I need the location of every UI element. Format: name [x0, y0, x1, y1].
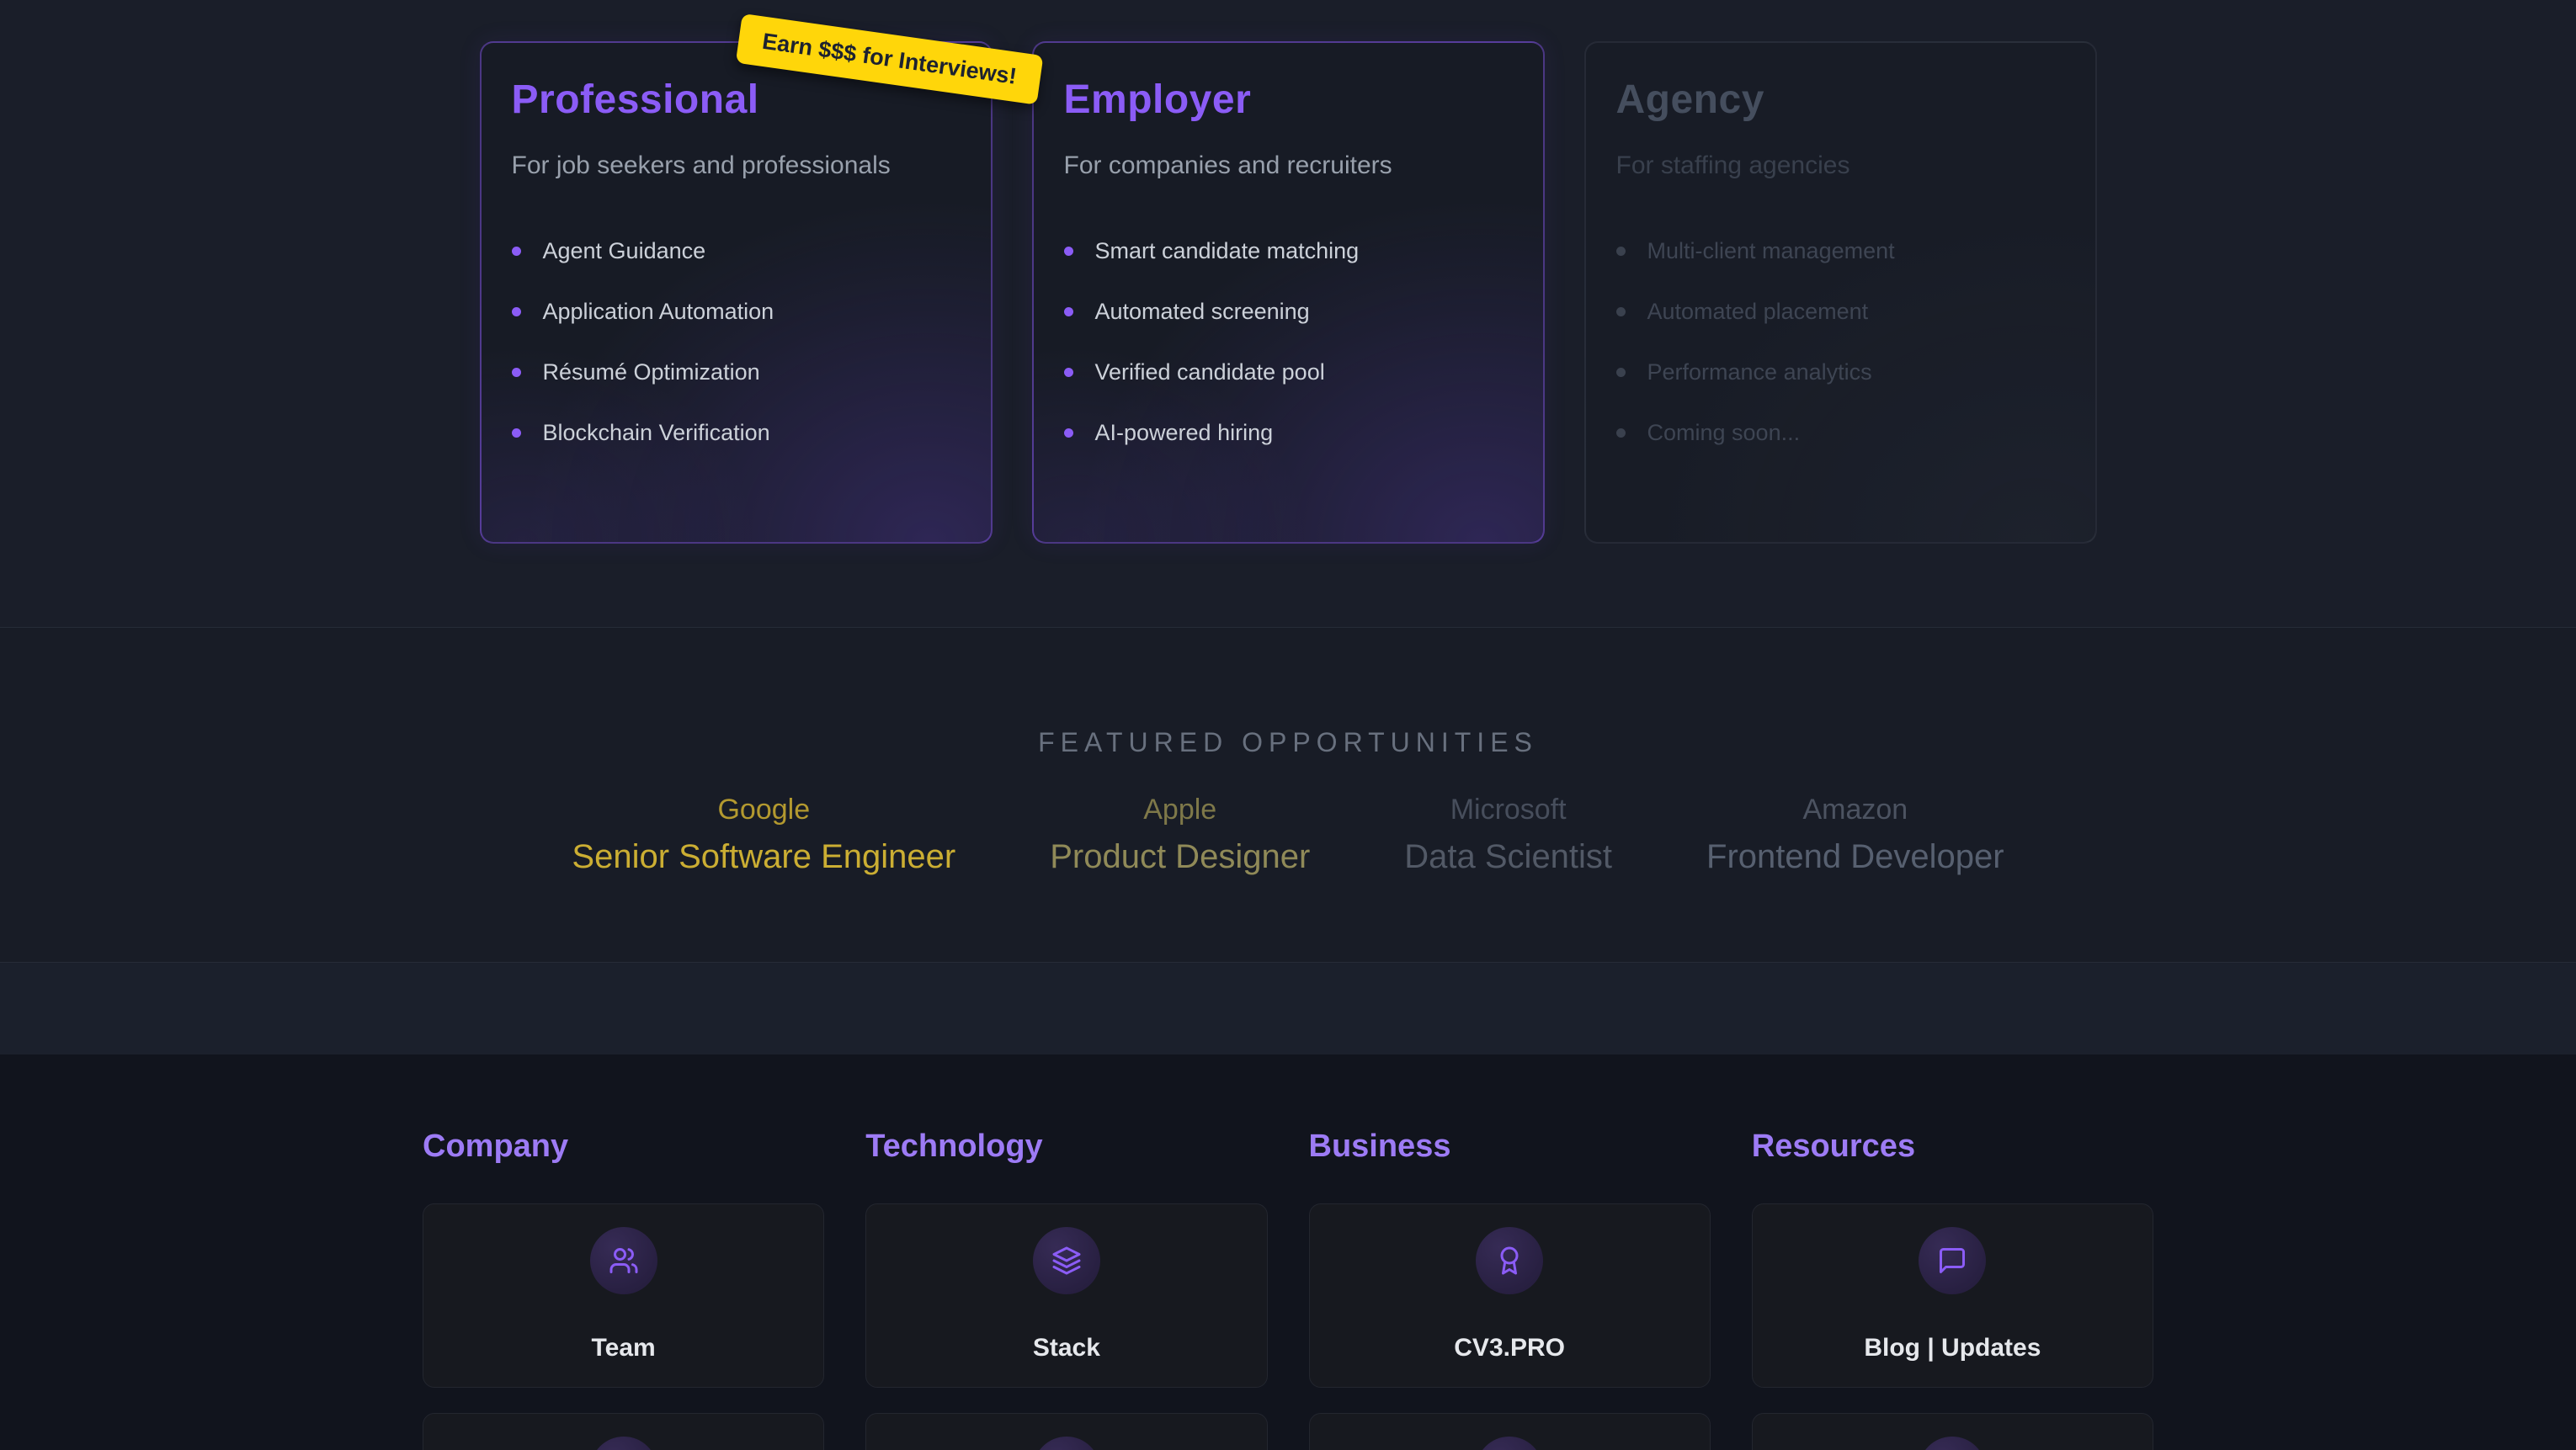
feature-label: Agent Guidance	[543, 238, 706, 264]
footer-column-company: Company Team	[423, 1129, 824, 1450]
plan-feature-list: Smart candidate matching Automated scree…	[1064, 220, 1513, 463]
feature-item: Blockchain Verification	[512, 402, 961, 463]
feature-label: Multi-client management	[1647, 238, 1895, 264]
hidden-icon	[1033, 1437, 1100, 1450]
footer-column-resources: Resources Blog | Updates	[1752, 1129, 2153, 1450]
plan-title: Employer	[1064, 77, 1513, 123]
feature-label: Automated placement	[1647, 299, 1869, 325]
bullet-dot	[1616, 247, 1626, 256]
footer-column-technology: Technology Stack	[865, 1129, 1267, 1450]
footer-card-partial[interactable]	[1752, 1413, 2153, 1450]
job-company: Google	[572, 794, 955, 826]
plans-section: Earn $$$ for Interviews! Professional Fo…	[0, 0, 2576, 627]
bullet-dot	[512, 247, 521, 256]
job-role: Data Scientist	[1404, 838, 1612, 876]
feature-label: Performance analytics	[1647, 359, 1872, 385]
footer-card-cv3pro[interactable]: CV3.PRO	[1309, 1203, 1711, 1388]
bullet-dot	[1064, 368, 1073, 377]
footer-column-heading: Business	[1309, 1129, 1711, 1165]
bullet-dot	[512, 307, 521, 316]
featured-job-google[interactable]: Google Senior Software Engineer	[572, 794, 955, 876]
plan-title: Agency	[1616, 77, 2065, 123]
hidden-icon	[590, 1437, 657, 1450]
feature-label: Blockchain Verification	[543, 420, 770, 446]
job-company: Microsoft	[1404, 794, 1612, 826]
feature-item: Application Automation	[512, 281, 961, 342]
feature-item: AI-powered hiring	[1064, 402, 1513, 463]
plan-feature-list: Multi-client management Automated placem…	[1616, 220, 2065, 463]
bullet-dot	[512, 428, 521, 438]
footer-card-label: Stack	[1033, 1334, 1100, 1362]
featured-jobs-row: Google Senior Software Engineer Apple Pr…	[0, 794, 2576, 876]
feature-item: Multi-client management	[1616, 220, 2065, 281]
bullet-dot	[1616, 368, 1626, 377]
bullet-dot	[1616, 428, 1626, 438]
footer-card-label: Blog | Updates	[1864, 1334, 2041, 1362]
featured-job-amazon[interactable]: Amazon Frontend Developer	[1706, 794, 2004, 876]
plan-cards-row: Professional For job seekers and profess…	[0, 0, 2576, 544]
bullet-dot	[1616, 307, 1626, 316]
footer-card-label: CV3.PRO	[1454, 1334, 1565, 1362]
footer-card-stack[interactable]: Stack	[865, 1203, 1267, 1388]
job-company: Apple	[1050, 794, 1310, 826]
footer-column-heading: Technology	[865, 1129, 1267, 1165]
footer-card-label: Team	[592, 1334, 656, 1362]
feature-item: Automated placement	[1616, 281, 2065, 342]
message-square-icon	[1919, 1227, 1986, 1294]
footer-card-partial[interactable]	[423, 1413, 824, 1450]
users-icon	[590, 1227, 657, 1294]
bullet-dot	[1064, 307, 1073, 316]
plan-tagline: For job seekers and professionals	[512, 151, 961, 180]
spacer-band	[0, 962, 2576, 1054]
featured-job-microsoft[interactable]: Microsoft Data Scientist	[1404, 794, 1612, 876]
plan-card-employer[interactable]: Employer For companies and recruiters Sm…	[1032, 41, 1545, 544]
feature-label: AI-powered hiring	[1095, 420, 1274, 446]
plan-card-professional[interactable]: Professional For job seekers and profess…	[480, 41, 993, 544]
feature-label: Coming soon...	[1647, 420, 1801, 446]
footer-card-blog[interactable]: Blog | Updates	[1752, 1203, 2153, 1388]
feature-label: Application Automation	[543, 299, 774, 325]
featured-opportunities-section: FEATURED OPPORTUNITIES Google Senior Sof…	[0, 627, 2576, 962]
footer-grid: Company Team Technology Stack	[423, 1129, 2153, 1450]
job-role: Senior Software Engineer	[572, 838, 955, 876]
footer-column-heading: Resources	[1752, 1129, 2153, 1165]
footer-column-business: Business CV3.PRO	[1309, 1129, 1711, 1450]
bullet-dot	[1064, 247, 1073, 256]
feature-label: Verified candidate pool	[1095, 359, 1325, 385]
feature-item: Coming soon...	[1616, 402, 2065, 463]
feature-label: Smart candidate matching	[1095, 238, 1360, 264]
plan-tagline: For companies and recruiters	[1064, 151, 1513, 180]
job-company: Amazon	[1706, 794, 2004, 826]
feature-item: Performance analytics	[1616, 342, 2065, 402]
bullet-dot	[512, 368, 521, 377]
plan-card-agency: Agency For staffing agencies Multi-clien…	[1584, 41, 2097, 544]
feature-item: Automated screening	[1064, 281, 1513, 342]
feature-item: Résumé Optimization	[512, 342, 961, 402]
featured-job-apple[interactable]: Apple Product Designer	[1050, 794, 1310, 876]
feature-label: Résumé Optimization	[543, 359, 760, 385]
hidden-icon	[1919, 1437, 1986, 1450]
feature-label: Automated screening	[1095, 299, 1310, 325]
footer-section: Company Team Technology Stack	[0, 1054, 2576, 1450]
bullet-dot	[1064, 428, 1073, 438]
plan-feature-list: Agent Guidance Application Automation Ré…	[512, 220, 961, 463]
plan-tagline: For staffing agencies	[1616, 151, 2065, 180]
job-role: Frontend Developer	[1706, 838, 2004, 876]
layers-icon	[1033, 1227, 1100, 1294]
job-role: Product Designer	[1050, 838, 1310, 876]
footer-card-partial[interactable]	[1309, 1413, 1711, 1450]
hidden-icon	[1476, 1437, 1543, 1450]
footer-card-team[interactable]: Team	[423, 1203, 824, 1388]
award-icon	[1476, 1227, 1543, 1294]
footer-card-partial[interactable]	[865, 1413, 1267, 1450]
feature-item: Agent Guidance	[512, 220, 961, 281]
feature-item: Verified candidate pool	[1064, 342, 1513, 402]
footer-column-heading: Company	[423, 1129, 824, 1165]
feature-item: Smart candidate matching	[1064, 220, 1513, 281]
featured-heading: FEATURED OPPORTUNITIES	[0, 628, 2576, 758]
